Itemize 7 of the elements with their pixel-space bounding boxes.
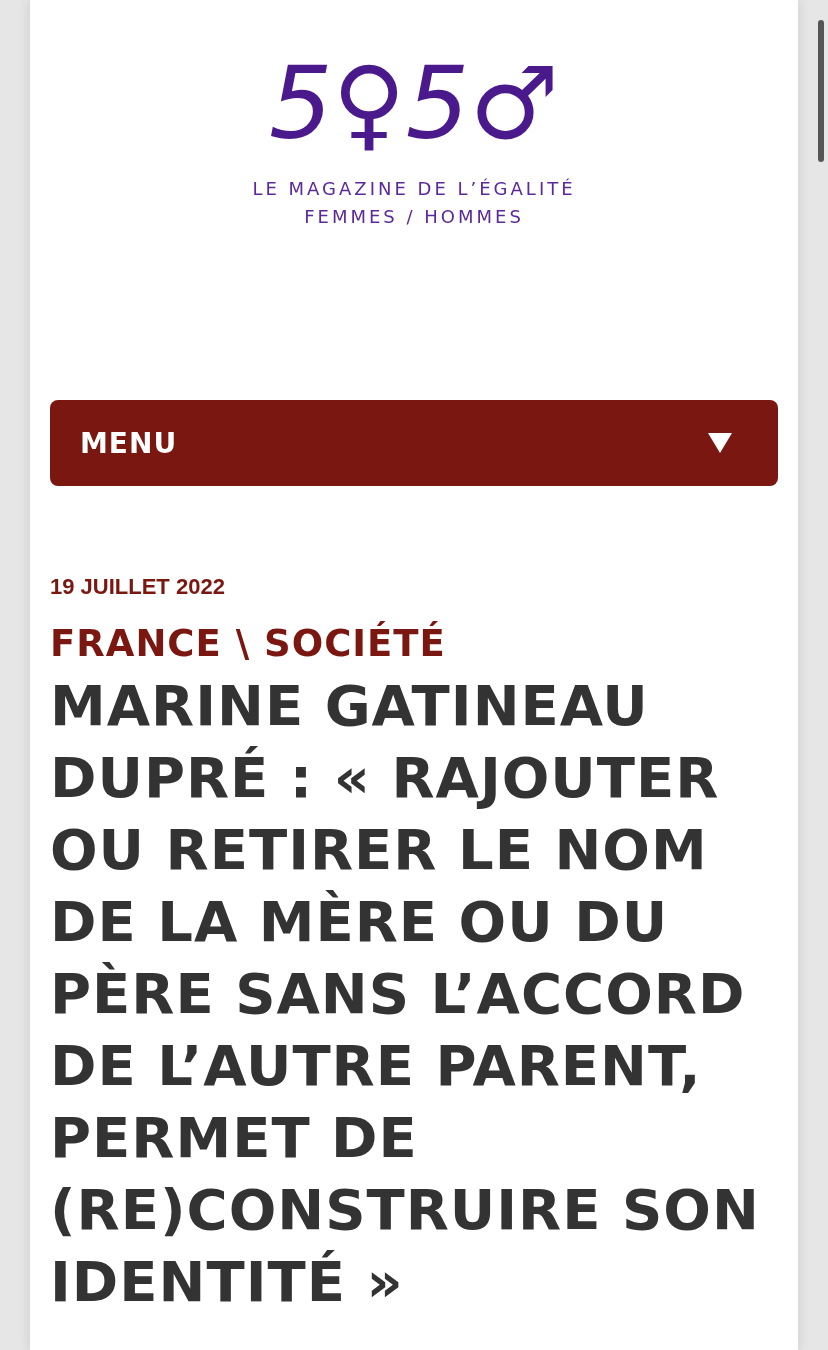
tagline: LE MAGAZINE DE L’ÉGALITÉ [252,177,576,201]
tagline: FEMMES / HOMMES [304,205,524,229]
menu-button[interactable]: MENU [50,400,778,486]
article-category[interactable]: FRANCE \ SOCIÉTÉ [50,622,778,666]
article-date: 19 JUILLET 2022 [50,574,226,600]
article-title: MARINE GATINEAU DUPRÉ : « RAJOUTER OU RETIRER LE NOM DE LA MÈRE OU DU PÈRE SANS L’ACCORD DE L’AUTRE PARENT, PERMET DE (RE)CONSTRUIRE SON IDENTITÉ » [50,672,761,1316]
magazine-logo[interactable]: 5♀5♂ [268,44,560,164]
